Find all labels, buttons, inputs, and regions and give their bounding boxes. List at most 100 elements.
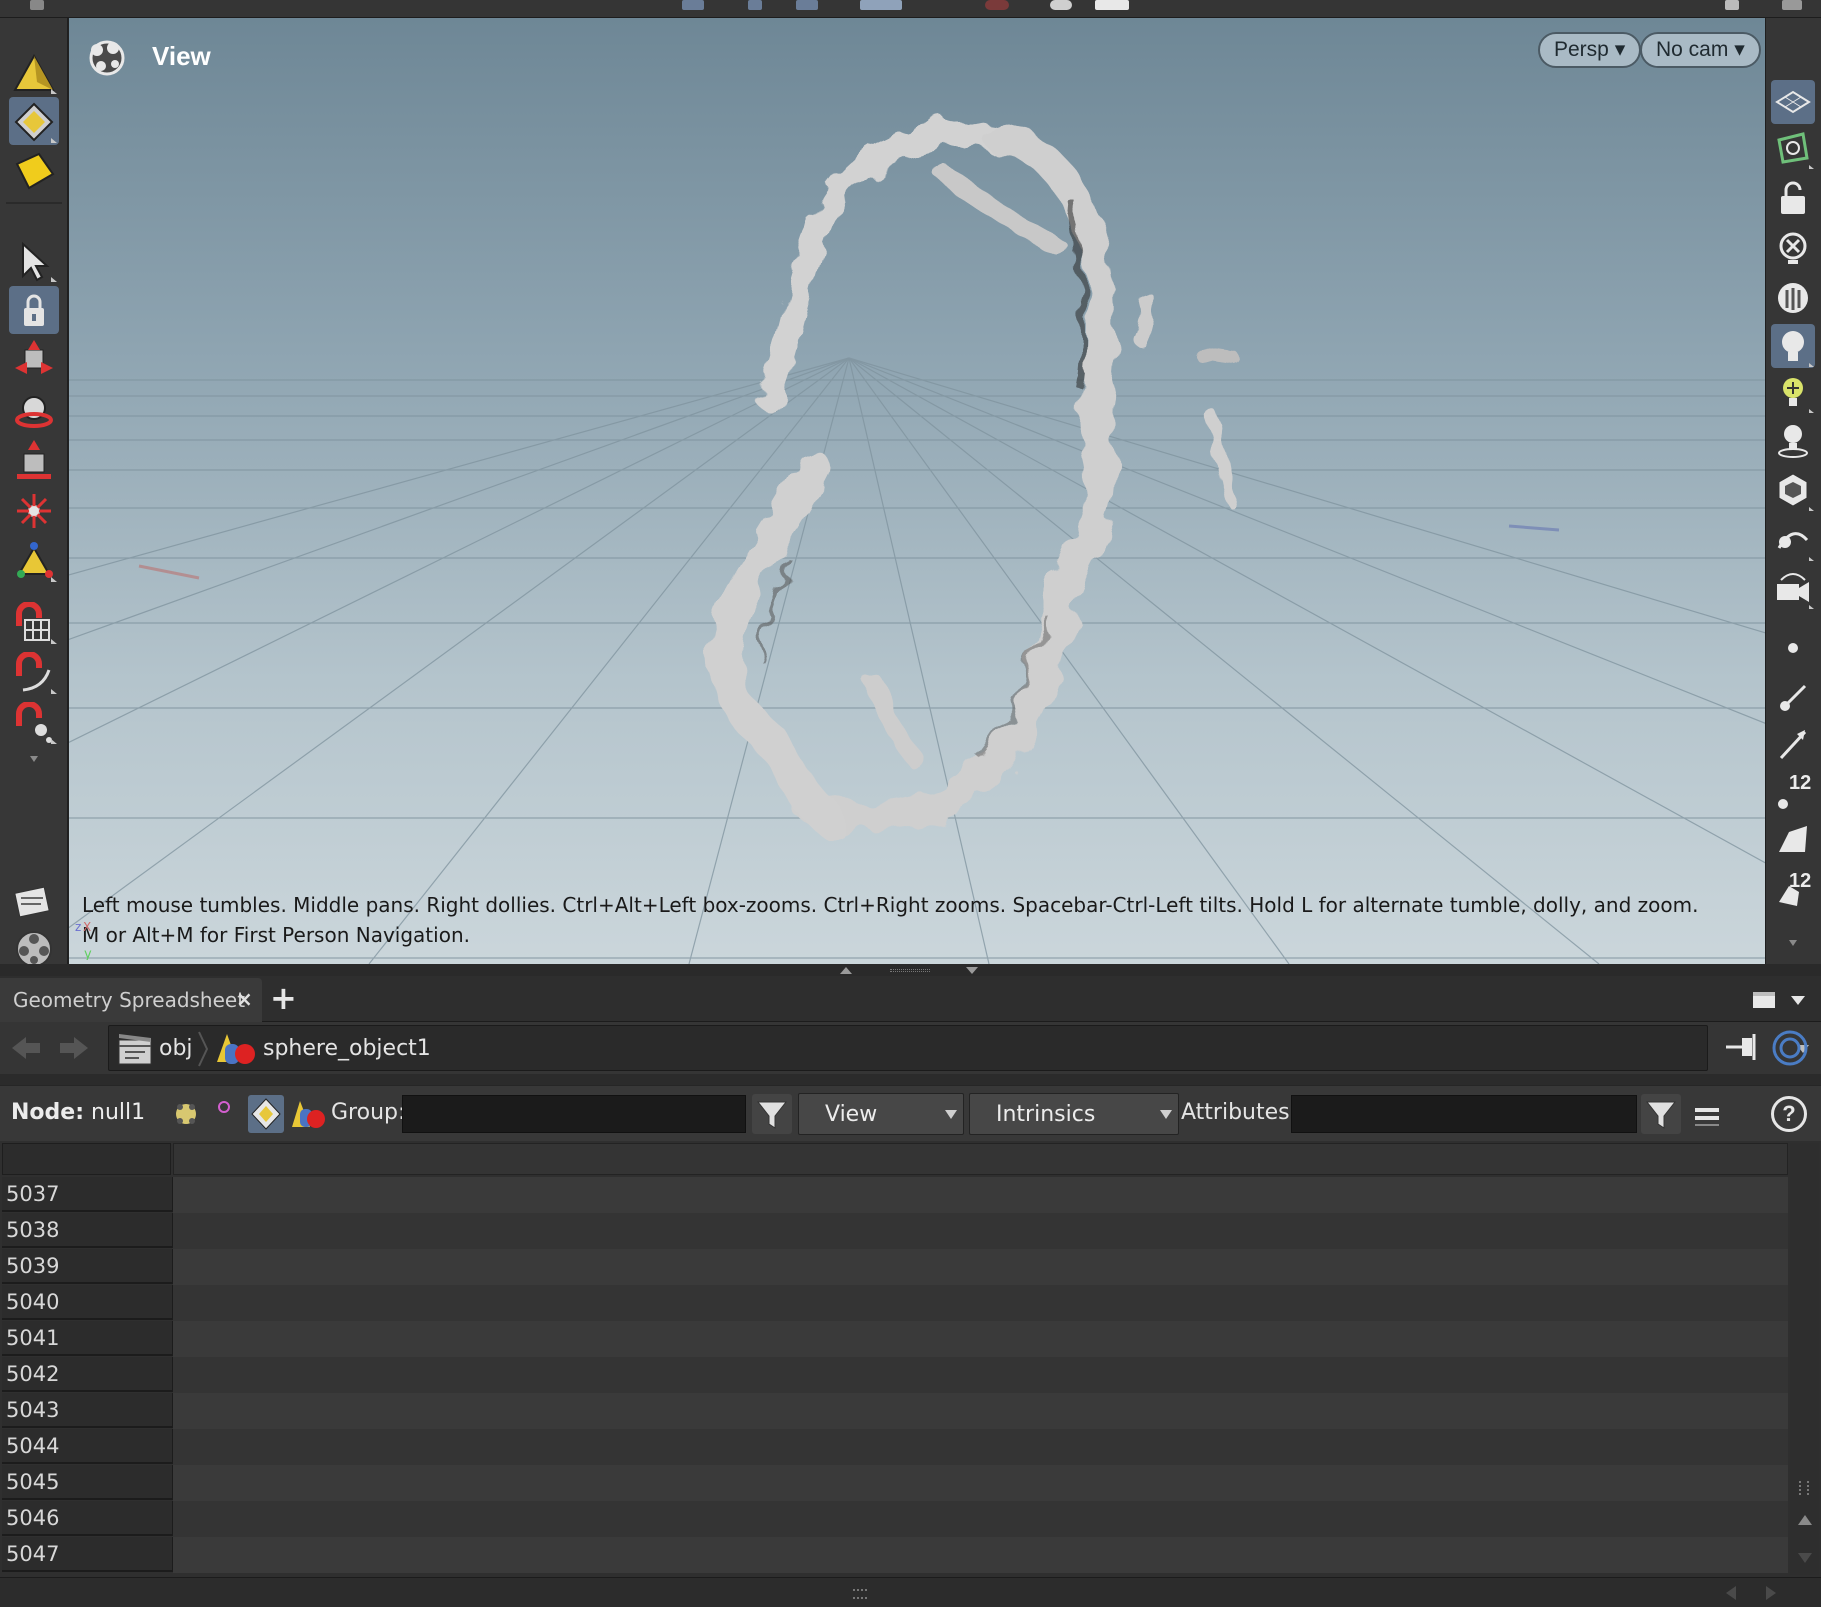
submenu-indicator-icon xyxy=(51,689,57,694)
scene-viewport[interactable]: View Persp ▾ No cam ▾ Left mouse tumbles… xyxy=(68,18,1765,964)
pane-menu-icon[interactable] xyxy=(1791,996,1805,1005)
view-combo[interactable]: View xyxy=(798,1093,964,1135)
record-icon[interactable] xyxy=(985,0,1009,10)
vector-display-button[interactable] xyxy=(1771,722,1815,766)
network-view-icon[interactable] xyxy=(682,0,704,10)
help-icon[interactable]: ? xyxy=(1771,1096,1807,1132)
handle-tool[interactable] xyxy=(9,536,59,584)
table-row[interactable]: 5041 xyxy=(2,1321,1788,1357)
scroll-up-icon[interactable] xyxy=(1798,1515,1812,1525)
add-tab-button[interactable]: + xyxy=(270,978,297,1018)
primitive-number-button[interactable]: 12 xyxy=(1771,868,1815,912)
user-icon[interactable] xyxy=(1725,0,1739,10)
primitives-mode-button[interactable] xyxy=(248,1095,284,1133)
geometry-display-button[interactable] xyxy=(1771,468,1815,512)
camera-display-button[interactable] xyxy=(1771,566,1815,610)
select-tool[interactable] xyxy=(9,236,59,284)
scale-tool[interactable] xyxy=(9,436,59,484)
table-row[interactable]: 5040 xyxy=(2,1285,1788,1321)
shelf-divider xyxy=(6,202,62,204)
table-row[interactable]: 5037 xyxy=(2,1177,1788,1213)
table-row[interactable]: 5042 xyxy=(2,1357,1788,1393)
maximize-pane-icon[interactable] xyxy=(1753,992,1775,1008)
expand-up-icon[interactable] xyxy=(840,967,852,974)
object-level-tool[interactable] xyxy=(9,146,59,194)
vertical-scrollbar[interactable] xyxy=(1790,1143,1819,1575)
headlight-button[interactable] xyxy=(1771,324,1815,368)
close-icon[interactable]: × xyxy=(236,987,253,1011)
settings-icon[interactable] xyxy=(1782,0,1802,10)
viewport-title-label: View xyxy=(152,41,211,71)
list-menu-icon[interactable] xyxy=(1691,1100,1723,1130)
vertices-mode-button[interactable] xyxy=(206,1095,242,1133)
table-row[interactable]: 5043 xyxy=(2,1393,1788,1429)
snap-primitive-tool[interactable] xyxy=(9,648,59,696)
detail-mode-button[interactable] xyxy=(290,1095,326,1133)
ghost-objects-button[interactable] xyxy=(1771,226,1815,270)
create-geometry-tool[interactable] xyxy=(9,48,59,96)
tab-geometry-spreadsheet[interactable]: Geometry Spreadsheet × xyxy=(0,978,262,1022)
camera-link-button[interactable] xyxy=(1771,518,1815,562)
breadcrumb-obj[interactable]: obj xyxy=(159,1036,193,1061)
table-row[interactable]: 5039 xyxy=(2,1249,1788,1285)
scroll-left-icon[interactable] xyxy=(1726,1586,1736,1600)
more-display-toggle[interactable] xyxy=(1771,934,1815,954)
table-row[interactable]: 5044 xyxy=(2,1429,1788,1465)
pin-icon[interactable] xyxy=(1724,1030,1764,1064)
normal-display-button[interactable] xyxy=(1771,674,1815,718)
snap-grid-tool[interactable] xyxy=(9,598,59,646)
lock-camera-button[interactable] xyxy=(1771,176,1815,220)
primitive-display-button[interactable] xyxy=(1771,818,1815,862)
point-display-button[interactable] xyxy=(1771,626,1815,670)
table-row[interactable]: 5045 xyxy=(2,1465,1788,1501)
projection-menu-button[interactable]: Persp ▾ xyxy=(1538,32,1642,68)
scroll-grip[interactable] xyxy=(1799,1481,1809,1495)
scroll-down-icon[interactable] xyxy=(1798,1553,1812,1563)
transform-tool[interactable] xyxy=(9,336,59,384)
path-field[interactable]: obj sphere_object1 xyxy=(108,1025,1809,1071)
viewport-layout-icon[interactable] xyxy=(860,0,902,10)
snapshot-icon[interactable] xyxy=(1050,0,1072,10)
light-display-button[interactable] xyxy=(1771,418,1815,462)
index-column-header[interactable] xyxy=(2,1143,171,1175)
pane-divider[interactable] xyxy=(0,964,1821,976)
menu-icon[interactable] xyxy=(30,0,44,10)
attributes-column-header[interactable] xyxy=(173,1143,1788,1175)
rotate-tool[interactable] xyxy=(9,386,59,434)
divider-grip[interactable] xyxy=(890,969,930,972)
lock-pose-tool[interactable] xyxy=(9,286,59,334)
group-field[interactable] xyxy=(402,1095,746,1133)
row-index: 5042 xyxy=(2,1357,173,1392)
handle-mode-tool[interactable] xyxy=(9,97,59,145)
more-tools-toggle[interactable] xyxy=(9,748,59,772)
shading-mode-button[interactable] xyxy=(1771,276,1815,320)
group-filter-button[interactable] xyxy=(752,1094,792,1134)
handle-icon xyxy=(17,542,53,578)
point-number-button[interactable]: 12 xyxy=(1771,770,1815,814)
render-icon[interactable] xyxy=(1095,0,1129,10)
construction-plane-button[interactable] xyxy=(1771,80,1815,124)
render-region-tool[interactable] xyxy=(9,876,59,924)
scroll-right-icon[interactable] xyxy=(1766,1586,1776,1600)
table-row[interactable]: 5046 xyxy=(2,1501,1788,1537)
points-mode-button[interactable] xyxy=(168,1095,204,1133)
intrinsics-combo[interactable]: Intrinsics xyxy=(969,1093,1179,1135)
attributes-field[interactable] xyxy=(1291,1095,1637,1133)
snap-point-tool[interactable] xyxy=(9,698,59,746)
horizontal-scrollbar[interactable] xyxy=(0,1577,1821,1607)
forward-arrow-icon[interactable] xyxy=(56,1033,92,1063)
table-row[interactable]: 5038 xyxy=(2,1213,1788,1249)
pose-tool[interactable] xyxy=(9,486,59,534)
add-light-button[interactable] xyxy=(1771,370,1815,414)
expand-down-icon[interactable] xyxy=(966,967,978,974)
attribute-filter-button[interactable] xyxy=(1641,1094,1681,1134)
pin-icon[interactable] xyxy=(748,0,762,10)
display-options-icon[interactable] xyxy=(796,0,818,10)
breadcrumb-sphere-object[interactable]: sphere_object1 xyxy=(263,1036,431,1061)
link-pane-icon[interactable] xyxy=(1772,1030,1810,1068)
back-arrow-icon[interactable] xyxy=(8,1033,44,1063)
reference-plane-button[interactable] xyxy=(1771,126,1815,170)
camera-menu-button[interactable]: No cam ▾ xyxy=(1640,32,1761,68)
table-row[interactable]: 5047 xyxy=(2,1537,1788,1573)
scroll-grip[interactable] xyxy=(853,1589,867,1599)
